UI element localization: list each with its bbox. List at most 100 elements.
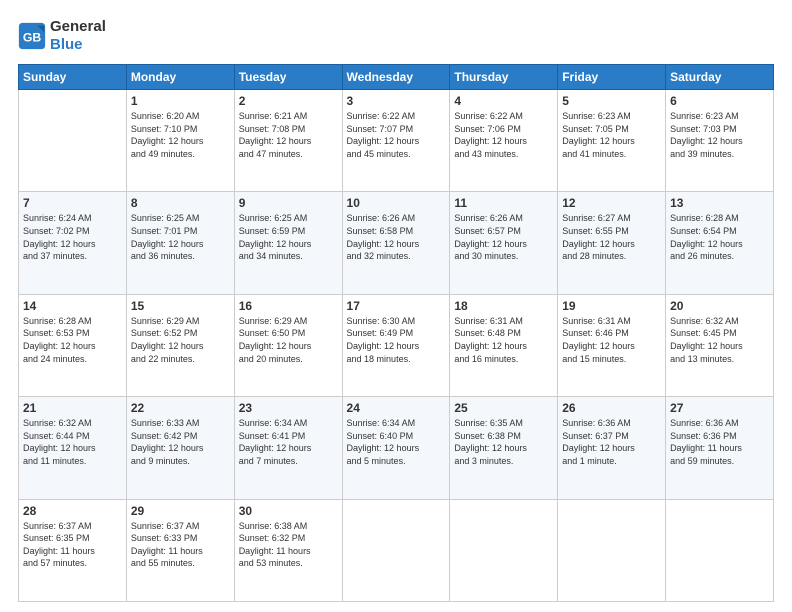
- calendar-cell: 10Sunrise: 6:26 AM Sunset: 6:58 PM Dayli…: [342, 192, 450, 294]
- calendar-cell: 14 Sunrise: 6:28 AM Sunset: 6:53 PM Dayli…: [19, 294, 127, 396]
- logo-icon: GB: [18, 22, 46, 50]
- day-number: 20: [670, 299, 769, 313]
- day-number: 11: [454, 196, 553, 210]
- day-info: Sunrise: 6:38 AM Sunset: 6:32 PM Dayligh…: [239, 520, 338, 570]
- calendar-cell: 1 Sunrise: 6:20 AM Sunset: 7:10 PM Daylig…: [126, 90, 234, 192]
- svg-text:GB: GB: [23, 30, 42, 44]
- calendar-cell: 16 Sunrise: 6:29 AM Sunset: 6:50 PM Dayli…: [234, 294, 342, 396]
- day-info: Sunrise: 6:26 AM Sunset: 6:57 PM Dayligh…: [454, 212, 553, 262]
- calendar-cell: 30 Sunrise: 6:38 AM Sunset: 6:32 PM Dayli…: [234, 499, 342, 601]
- day-info: Sunrise: 6:29 AM Sunset: 6:52 PM Dayligh…: [131, 315, 230, 365]
- day-info: Sunrise: 6:21 AM Sunset: 7:08 PM Dayligh…: [239, 110, 338, 160]
- logo-text: General Blue: [50, 18, 106, 54]
- day-info: Sunrise: 6:31 AM Sunset: 6:46 PM Dayligh…: [562, 315, 661, 365]
- calendar-cell: 26Sunrise: 6:36 AM Sunset: 6:37 PM Dayli…: [558, 397, 666, 499]
- calendar-cell: 23Sunrise: 6:34 AM Sunset: 6:41 PM Dayli…: [234, 397, 342, 499]
- calendar-cell: 17 Sunrise: 6:30 AM Sunset: 6:49 PM Dayli…: [342, 294, 450, 396]
- calendar-cell: 27 Sunrise: 6:36 AM Sunset: 6:36 PM Dayli…: [666, 397, 774, 499]
- day-info: Sunrise: 6:22 AM Sunset: 7:06 PM Dayligh…: [454, 110, 553, 160]
- day-number: 7: [23, 196, 122, 210]
- day-number: 2: [239, 94, 338, 108]
- calendar-cell: 12Sunrise: 6:27 AM Sunset: 6:55 PM Dayli…: [558, 192, 666, 294]
- day-number: 30: [239, 504, 338, 518]
- weekday-wednesday: Wednesday: [342, 65, 450, 90]
- calendar-cell: 9Sunrise: 6:25 AM Sunset: 6:59 PM Daylig…: [234, 192, 342, 294]
- day-number: 22: [131, 401, 230, 415]
- day-number: 9: [239, 196, 338, 210]
- day-info: Sunrise: 6:29 AM Sunset: 6:50 PM Dayligh…: [239, 315, 338, 365]
- day-info: Sunrise: 6:35 AM Sunset: 6:38 PM Dayligh…: [454, 417, 553, 467]
- calendar-cell: 7 Sunrise: 6:24 AM Sunset: 7:02 PM Daylig…: [19, 192, 127, 294]
- calendar-cell: 24Sunrise: 6:34 AM Sunset: 6:40 PM Dayli…: [342, 397, 450, 499]
- day-info: Sunrise: 6:31 AM Sunset: 6:48 PM Dayligh…: [454, 315, 553, 365]
- calendar-cell: 28 Sunrise: 6:37 AM Sunset: 6:35 PM Dayli…: [19, 499, 127, 601]
- day-number: 4: [454, 94, 553, 108]
- calendar-cell: 8 Sunrise: 6:25 AM Sunset: 7:01 PM Daylig…: [126, 192, 234, 294]
- week-row-2: 7 Sunrise: 6:24 AM Sunset: 7:02 PM Daylig…: [19, 192, 774, 294]
- day-number: 18: [454, 299, 553, 313]
- day-info: Sunrise: 6:20 AM Sunset: 7:10 PM Dayligh…: [131, 110, 230, 160]
- day-number: 21: [23, 401, 122, 415]
- day-number: 6: [670, 94, 769, 108]
- calendar-cell: 25Sunrise: 6:35 AM Sunset: 6:38 PM Dayli…: [450, 397, 558, 499]
- calendar-cell: [666, 499, 774, 601]
- calendar-cell: 2 Sunrise: 6:21 AM Sunset: 7:08 PM Daylig…: [234, 90, 342, 192]
- week-row-5: 28 Sunrise: 6:37 AM Sunset: 6:35 PM Dayli…: [19, 499, 774, 601]
- calendar-cell: 13 Sunrise: 6:28 AM Sunset: 6:54 PM Dayli…: [666, 192, 774, 294]
- header: GB General Blue: [18, 18, 774, 54]
- weekday-row: SundayMondayTuesdayWednesdayThursdayFrid…: [19, 65, 774, 90]
- week-row-3: 14 Sunrise: 6:28 AM Sunset: 6:53 PM Dayli…: [19, 294, 774, 396]
- day-number: 13: [670, 196, 769, 210]
- day-number: 5: [562, 94, 661, 108]
- calendar-cell: 15 Sunrise: 6:29 AM Sunset: 6:52 PM Dayli…: [126, 294, 234, 396]
- calendar-cell: 5Sunrise: 6:23 AM Sunset: 7:05 PM Daylig…: [558, 90, 666, 192]
- calendar-cell: 18 Sunrise: 6:31 AM Sunset: 6:48 PM Dayli…: [450, 294, 558, 396]
- day-number: 1: [131, 94, 230, 108]
- day-number: 15: [131, 299, 230, 313]
- calendar-cell: 21 Sunrise: 6:32 AM Sunset: 6:44 PM Dayli…: [19, 397, 127, 499]
- day-info: Sunrise: 6:25 AM Sunset: 7:01 PM Dayligh…: [131, 212, 230, 262]
- weekday-tuesday: Tuesday: [234, 65, 342, 90]
- calendar-cell: 19Sunrise: 6:31 AM Sunset: 6:46 PM Dayli…: [558, 294, 666, 396]
- day-info: Sunrise: 6:34 AM Sunset: 6:40 PM Dayligh…: [347, 417, 446, 467]
- day-info: Sunrise: 6:34 AM Sunset: 6:41 PM Dayligh…: [239, 417, 338, 467]
- calendar-cell: 4 Sunrise: 6:22 AM Sunset: 7:06 PM Daylig…: [450, 90, 558, 192]
- day-number: 8: [131, 196, 230, 210]
- calendar-body: 1 Sunrise: 6:20 AM Sunset: 7:10 PM Daylig…: [19, 90, 774, 602]
- calendar-cell: 6Sunrise: 6:23 AM Sunset: 7:03 PM Daylig…: [666, 90, 774, 192]
- day-number: 27: [670, 401, 769, 415]
- day-info: Sunrise: 6:28 AM Sunset: 6:53 PM Dayligh…: [23, 315, 122, 365]
- calendar-table: SundayMondayTuesdayWednesdayThursdayFrid…: [18, 64, 774, 602]
- day-info: Sunrise: 6:32 AM Sunset: 6:44 PM Dayligh…: [23, 417, 122, 467]
- day-number: 14: [23, 299, 122, 313]
- day-number: 17: [347, 299, 446, 313]
- day-info: Sunrise: 6:27 AM Sunset: 6:55 PM Dayligh…: [562, 212, 661, 262]
- day-info: Sunrise: 6:28 AM Sunset: 6:54 PM Dayligh…: [670, 212, 769, 262]
- calendar-header: SundayMondayTuesdayWednesdayThursdayFrid…: [19, 65, 774, 90]
- logo: GB General Blue: [18, 18, 106, 54]
- weekday-sunday: Sunday: [19, 65, 127, 90]
- weekday-saturday: Saturday: [666, 65, 774, 90]
- day-number: 16: [239, 299, 338, 313]
- day-number: 3: [347, 94, 446, 108]
- day-info: Sunrise: 6:33 AM Sunset: 6:42 PM Dayligh…: [131, 417, 230, 467]
- day-info: Sunrise: 6:36 AM Sunset: 6:36 PM Dayligh…: [670, 417, 769, 467]
- day-info: Sunrise: 6:30 AM Sunset: 6:49 PM Dayligh…: [347, 315, 446, 365]
- page: GB General Blue SundayMondayTuesdayWedne…: [0, 0, 792, 612]
- weekday-friday: Friday: [558, 65, 666, 90]
- day-number: 26: [562, 401, 661, 415]
- calendar-cell: 11 Sunrise: 6:26 AM Sunset: 6:57 PM Dayli…: [450, 192, 558, 294]
- calendar-cell: 20Sunrise: 6:32 AM Sunset: 6:45 PM Dayli…: [666, 294, 774, 396]
- week-row-1: 1 Sunrise: 6:20 AM Sunset: 7:10 PM Daylig…: [19, 90, 774, 192]
- weekday-thursday: Thursday: [450, 65, 558, 90]
- day-info: Sunrise: 6:37 AM Sunset: 6:35 PM Dayligh…: [23, 520, 122, 570]
- weekday-monday: Monday: [126, 65, 234, 90]
- calendar-cell: [450, 499, 558, 601]
- calendar-cell: 29Sunrise: 6:37 AM Sunset: 6:33 PM Dayli…: [126, 499, 234, 601]
- calendar-cell: [558, 499, 666, 601]
- calendar-cell: [19, 90, 127, 192]
- day-number: 29: [131, 504, 230, 518]
- day-info: Sunrise: 6:24 AM Sunset: 7:02 PM Dayligh…: [23, 212, 122, 262]
- calendar-cell: 3Sunrise: 6:22 AM Sunset: 7:07 PM Daylig…: [342, 90, 450, 192]
- day-number: 28: [23, 504, 122, 518]
